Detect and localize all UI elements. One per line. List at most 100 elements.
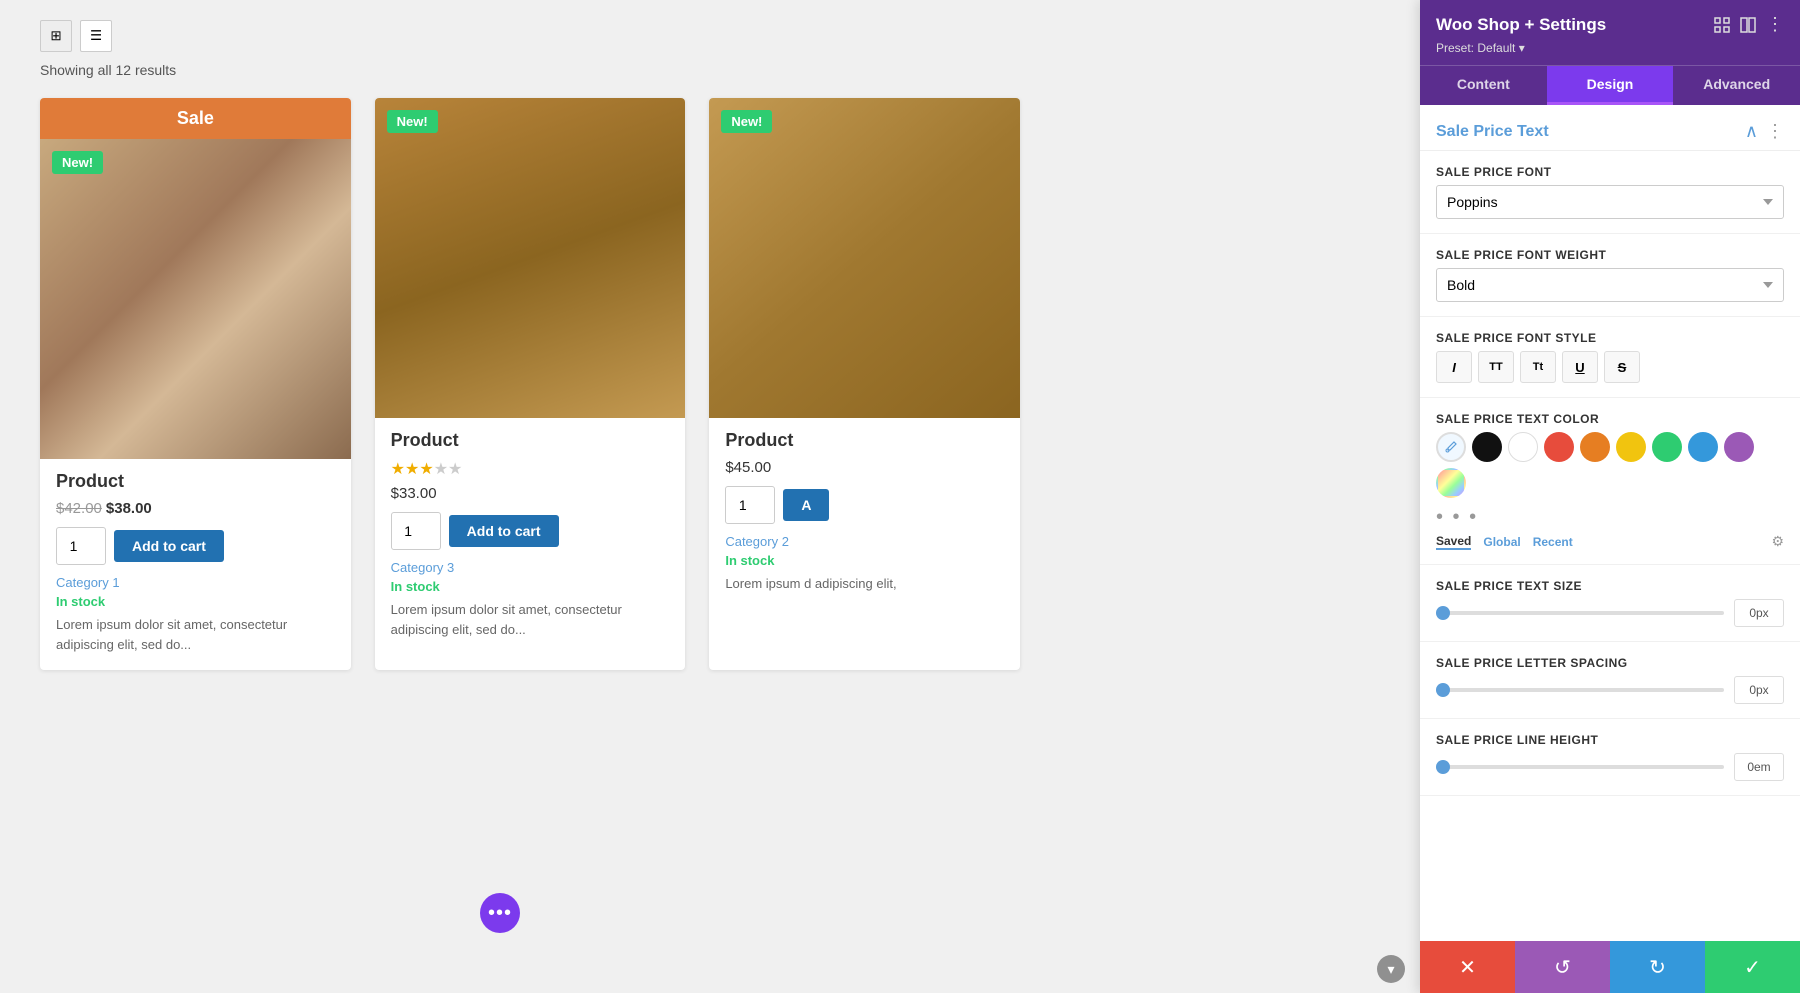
white-swatch[interactable] [1508, 432, 1538, 462]
sale-price-font-select[interactable]: Poppins [1436, 185, 1784, 219]
section-header-icons: ∧ ⋮ [1745, 121, 1784, 142]
panel-header: Woo Shop + Settings [1420, 0, 1800, 65]
dots-icon: ••• [488, 902, 512, 925]
product-image [709, 98, 1020, 418]
tab-advanced[interactable]: Advanced [1673, 66, 1800, 105]
undo-icon: ↺ [1554, 955, 1571, 980]
sale-price-line-height-label: Sale Price Line Height [1436, 733, 1784, 747]
sale-price-text-size-field: Sale Price Text Size 0px [1420, 565, 1800, 642]
text-size-slider-row: 0px [1436, 599, 1784, 627]
sale-price-font-weight-field: Sale Price Font Weight Bold [1420, 234, 1800, 317]
line-height-slider-thumb[interactable] [1436, 760, 1450, 774]
color-settings-button[interactable]: ⚙ [1771, 533, 1784, 550]
section-more-button[interactable]: ⋮ [1766, 121, 1784, 142]
purple-swatch[interactable] [1724, 432, 1754, 462]
sale-price-line-height-field: Sale Price Line Height 0em [1420, 719, 1800, 796]
yellow-swatch[interactable] [1616, 432, 1646, 462]
product-description: Lorem ipsum dolor sit amet, consectetur … [40, 615, 351, 654]
chevron-up-icon: ∧ [1745, 121, 1758, 141]
line-height-slider[interactable] [1436, 765, 1724, 769]
list-icon: ☰ [90, 28, 102, 44]
grid-icon: ⊞ [50, 28, 61, 44]
product-price: $42.00$38.00 [56, 500, 335, 517]
capitalize-button[interactable]: Tt [1520, 351, 1556, 383]
letter-spacing-slider-row: 0px [1436, 676, 1784, 704]
sale-price: $45.00 [725, 459, 771, 476]
red-swatch[interactable] [1544, 432, 1574, 462]
black-swatch[interactable] [1472, 432, 1502, 462]
product-category[interactable]: Category 2 [709, 534, 1020, 549]
cancel-button[interactable]: ✕ [1420, 941, 1515, 993]
letter-spacing-slider-thumb[interactable] [1436, 683, 1450, 697]
undo-button[interactable]: ↺ [1515, 941, 1610, 993]
eyedropper-swatch[interactable] [1436, 432, 1466, 462]
italic-button[interactable]: I [1436, 351, 1472, 383]
tab-design[interactable]: Design [1547, 66, 1674, 105]
letter-spacing-slider[interactable] [1436, 688, 1724, 692]
color-tab-recent[interactable]: Recent [1533, 535, 1573, 549]
more-icon: ⋮ [1766, 14, 1784, 35]
split-icon [1740, 17, 1756, 33]
sale-price: $38.00 [106, 500, 152, 517]
sale-price-text-size-label: Sale Price Text Size [1436, 579, 1784, 593]
panel-header-icons: ⋮ [1714, 14, 1784, 35]
product-name: Product [56, 471, 335, 492]
color-tab-saved[interactable]: Saved [1436, 534, 1471, 550]
panel-fullscreen-button[interactable] [1714, 17, 1730, 33]
redo-icon: ↻ [1649, 955, 1666, 980]
quantity-input[interactable] [56, 527, 106, 565]
sale-price-font-weight-select[interactable]: Bold [1436, 268, 1784, 302]
product-description: Lorem ipsum d adipiscing elit, [709, 574, 1020, 594]
dots-button[interactable]: ••• [480, 893, 520, 933]
product-category[interactable]: Category 3 [375, 560, 686, 575]
strikethrough-button[interactable]: S [1604, 351, 1640, 383]
color-swatches [1436, 432, 1784, 498]
panel-split-button[interactable] [1740, 17, 1756, 33]
text-size-slider[interactable] [1436, 611, 1724, 615]
add-to-cart-button[interactable]: A [783, 489, 829, 521]
blue-swatch[interactable] [1688, 432, 1718, 462]
add-to-cart-button[interactable]: Add to cart [114, 530, 224, 562]
product-card: New! Product ★★★★★ $33.00 Add to cart Ca… [375, 98, 686, 670]
shop-area: ⊞ ☰ Showing all 12 results Sale New! Pro… [0, 0, 1060, 690]
product-stock: In stock [375, 579, 686, 594]
color-tab-global[interactable]: Global [1483, 535, 1520, 549]
gradient-swatch[interactable] [1436, 468, 1466, 498]
chevron-down-icon: ▾ [1387, 961, 1394, 978]
panel-preset[interactable]: Preset: Default ▾ [1436, 41, 1784, 55]
orange-swatch[interactable] [1580, 432, 1610, 462]
section-collapse-button[interactable]: ∧ [1745, 121, 1758, 142]
grid-view-button[interactable]: ⊞ [40, 20, 72, 52]
color-more-dots[interactable]: • • • [1436, 506, 1784, 529]
product-price: $45.00 [725, 459, 1004, 476]
letter-spacing-value[interactable]: 0px [1734, 676, 1784, 704]
panel-actions: ✕ ↺ ↻ ✓ [1420, 941, 1800, 993]
products-grid: Sale New! Product $42.00$38.00 Add to ca… [40, 98, 1020, 670]
quantity-input[interactable] [391, 512, 441, 550]
sale-banner: Sale [40, 98, 351, 139]
scroll-down-arrow[interactable]: ▾ [1377, 955, 1405, 983]
product-body: Product $42.00$38.00 [40, 459, 351, 517]
sale-price-letter-spacing-field: Sale Price Letter Spacing 0px [1420, 642, 1800, 719]
green-swatch[interactable] [1652, 432, 1682, 462]
add-to-cart-row: A [725, 486, 1004, 524]
new-badge: New! [387, 110, 438, 133]
tab-content[interactable]: Content [1420, 66, 1547, 105]
line-height-value[interactable]: 0em [1734, 753, 1784, 781]
add-to-cart-button[interactable]: Add to cart [449, 515, 559, 547]
product-category[interactable]: Category 1 [40, 575, 351, 590]
list-view-button[interactable]: ☰ [80, 20, 112, 52]
quantity-input[interactable] [725, 486, 775, 524]
redo-button[interactable]: ↻ [1610, 941, 1705, 993]
fullscreen-icon [1714, 17, 1730, 33]
underline-button[interactable]: U [1562, 351, 1598, 383]
panel-more-button[interactable]: ⋮ [1766, 14, 1784, 35]
product-image-wrap: New! [709, 98, 1020, 418]
text-size-value[interactable]: 0px [1734, 599, 1784, 627]
panel-title: Woo Shop + Settings [1436, 15, 1606, 35]
text-size-slider-thumb[interactable] [1436, 606, 1450, 620]
uppercase-button[interactable]: TT [1478, 351, 1514, 383]
preset-arrow: ▾ [1519, 41, 1525, 55]
confirm-button[interactable]: ✓ [1705, 941, 1800, 993]
product-image-wrap: New! [375, 98, 686, 418]
